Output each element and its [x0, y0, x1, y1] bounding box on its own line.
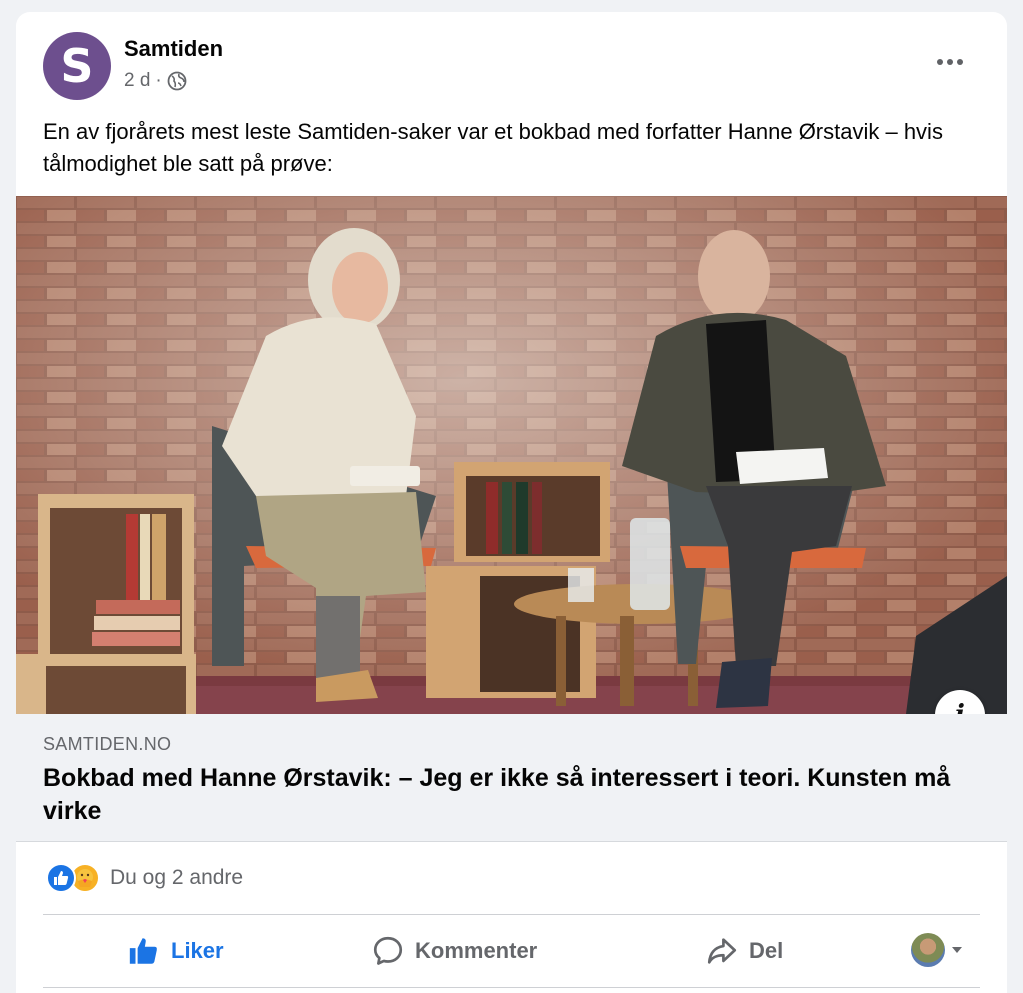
comment-button[interactable]: Kommenter	[371, 922, 537, 980]
caret-down-icon	[952, 947, 962, 953]
post-card: S Samtiden 2 d · En av fjorårets mest le…	[16, 12, 1007, 993]
page-avatar[interactable]: S	[43, 32, 111, 100]
like-button[interactable]: Liker	[127, 922, 224, 980]
svg-text:S: S	[60, 41, 93, 91]
action-bar: Liker Kommenter Del	[43, 922, 980, 980]
link-title[interactable]: Bokbad med Hanne Ørstavik: – Jeg er ikke…	[43, 762, 963, 828]
post-header: S Samtiden 2 d ·	[16, 12, 1007, 112]
globe-icon[interactable]	[167, 71, 187, 91]
reaction-summary[interactable]: Du og 2 andre	[46, 860, 243, 896]
page-name[interactable]: Samtiden	[124, 36, 223, 62]
divider	[43, 987, 980, 988]
post-time[interactable]: 2 d	[124, 70, 150, 92]
thumbs-up-icon	[129, 938, 157, 964]
samtiden-logo-icon: S	[60, 41, 93, 91]
meta-separator: ·	[155, 70, 162, 91]
link-preview[interactable]: SAMTIDEN.NO Bokbad med Hanne Ørstavik: –…	[16, 714, 1007, 842]
share-label: Del	[749, 938, 784, 963]
post-text: En av fjorårets mest leste Samtiden-sake…	[43, 119, 943, 176]
user-avatar	[911, 933, 945, 967]
link-domain: SAMTIDEN.NO	[43, 734, 172, 754]
comment-label: Kommenter	[415, 938, 538, 963]
post-meta: 2 d ·	[124, 70, 187, 92]
more-options-button[interactable]	[928, 48, 972, 76]
share-icon	[707, 938, 737, 964]
like-label: Liker	[171, 938, 224, 963]
like-reaction-icon	[46, 863, 76, 893]
divider	[43, 914, 980, 915]
post-image[interactable]	[16, 196, 1007, 714]
reaction-profile-selector[interactable]	[911, 933, 963, 967]
reaction-count[interactable]: Du og 2 andre	[110, 866, 243, 890]
dot-icon	[937, 59, 943, 65]
event-photo	[16, 196, 1007, 714]
share-button[interactable]: Del	[705, 922, 783, 980]
dot-icon	[957, 59, 963, 65]
dot-icon	[947, 59, 953, 65]
comment-icon	[373, 936, 403, 965]
